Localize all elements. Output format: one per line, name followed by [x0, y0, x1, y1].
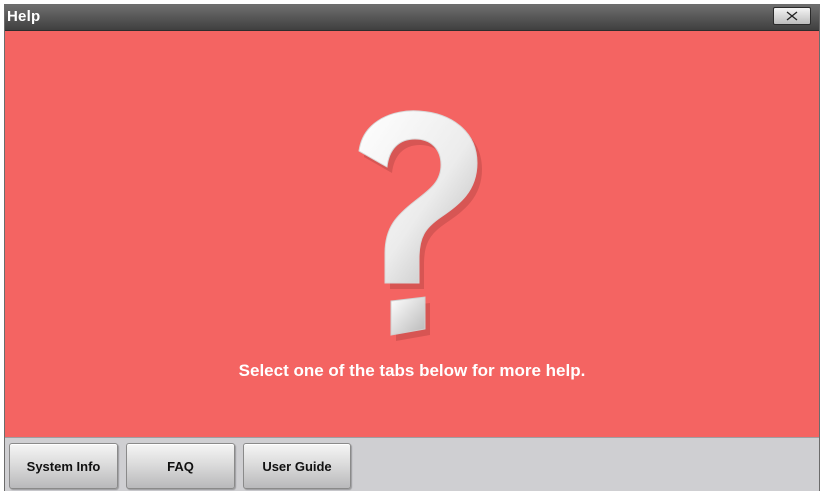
- help-instruction-text: Select one of the tabs below for more he…: [238, 361, 586, 380]
- tab-user-guide[interactable]: User Guide: [243, 443, 351, 489]
- tab-system-info[interactable]: System Info: [9, 443, 118, 489]
- close-x-icon: [786, 11, 798, 21]
- help-content-panel: Select one of the tabs below for more he…: [5, 31, 819, 437]
- window-title: Help: [7, 8, 41, 25]
- title-bar: Help: [5, 5, 819, 31]
- tab-bar: System Info FAQ User Guide: [5, 437, 819, 491]
- close-button[interactable]: [773, 7, 811, 25]
- tab-faq[interactable]: FAQ: [126, 443, 235, 489]
- help-window: Help Select one of the tabs below for mo…: [4, 4, 820, 491]
- question-mark-icon: [358, 110, 482, 341]
